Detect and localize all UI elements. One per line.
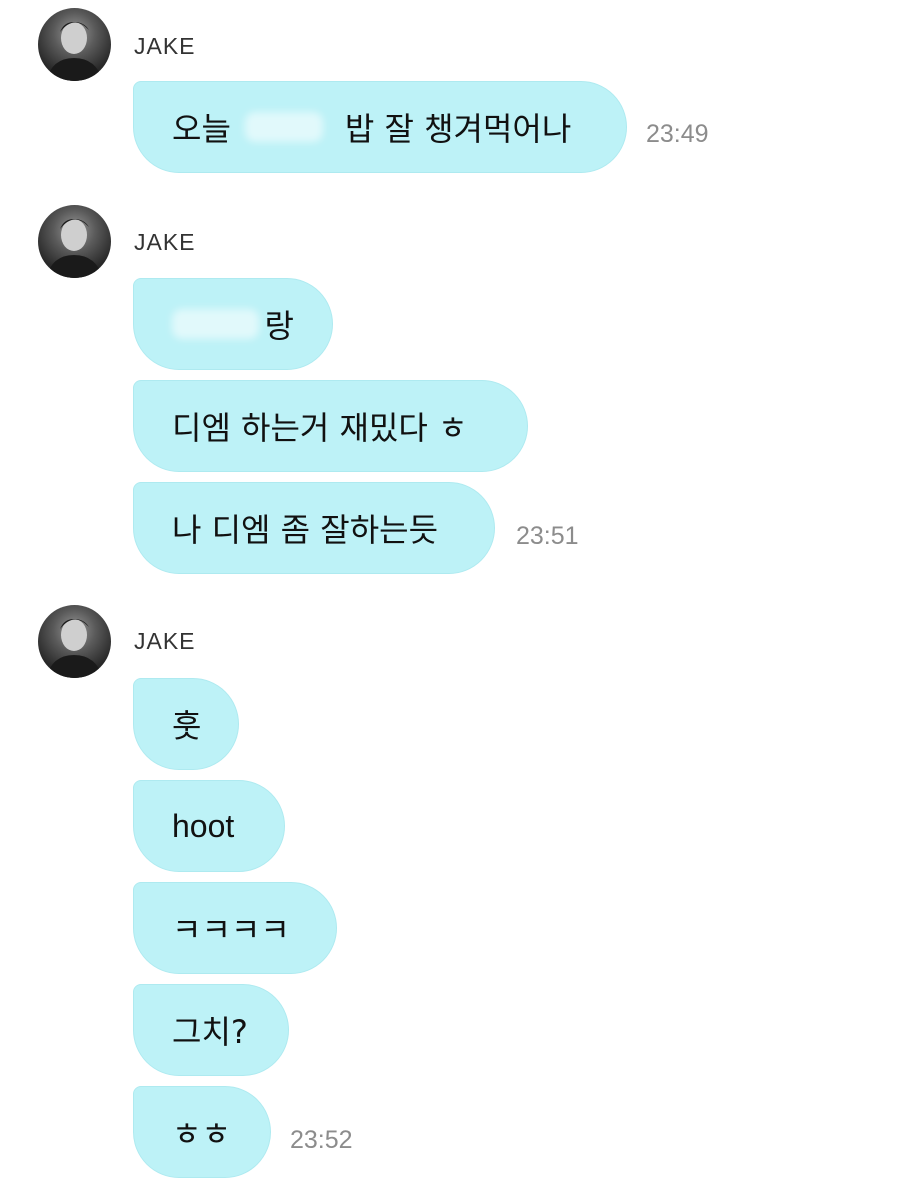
- message-text: ㅎㅎ: [172, 1115, 231, 1153]
- sender-name: JAKE: [134, 628, 196, 654]
- message-timestamp: 23:52: [290, 1126, 353, 1154]
- message-text: ㅋㅋㅋㅋ: [172, 911, 290, 949]
- message-text: 그치?: [172, 1013, 248, 1051]
- message-text: 오늘: [172, 110, 231, 148]
- sender-avatar[interactable]: [38, 205, 111, 278]
- sender-avatar[interactable]: [38, 8, 111, 81]
- message-timestamp: 23:49: [646, 120, 709, 148]
- sender-avatar[interactable]: [38, 605, 111, 678]
- avatar-photo-icon: [46, 619, 103, 678]
- message-bubble[interactable]: 오늘 밥 잘 챙겨먹어나: [133, 81, 627, 173]
- message-bubble[interactable]: 훗: [133, 678, 239, 770]
- redacted-name: [244, 112, 323, 142]
- message-text: 훗: [172, 707, 202, 745]
- message-text: 디엠 하는거 재밌다 ㅎ: [172, 409, 468, 447]
- message-text: hoot: [172, 807, 235, 844]
- message-bubble[interactable]: ㅋㅋㅋㅋ: [133, 882, 337, 974]
- message-text: 밥 잘 챙겨먹어나: [344, 110, 572, 148]
- avatar-photo-icon: [46, 219, 103, 278]
- message-bubble[interactable]: 그치?: [133, 984, 289, 1076]
- message-bubble[interactable]: hoot: [133, 780, 285, 872]
- redacted-name: [172, 309, 259, 339]
- message-bubble[interactable]: 디엠 하는거 재밌다 ㅎ: [133, 380, 528, 472]
- sender-name: JAKE: [134, 33, 196, 59]
- message-bubble[interactable]: ㅎㅎ: [133, 1086, 271, 1178]
- message-text: 나 디엠 좀 잘하는듯: [172, 511, 439, 549]
- avatar-photo-icon: [46, 22, 103, 81]
- message-bubble[interactable]: 랑: [133, 278, 333, 370]
- message-text: 랑: [264, 307, 294, 345]
- message-bubble[interactable]: 나 디엠 좀 잘하는듯: [133, 482, 495, 574]
- sender-name: JAKE: [134, 229, 196, 255]
- message-timestamp: 23:51: [516, 522, 579, 550]
